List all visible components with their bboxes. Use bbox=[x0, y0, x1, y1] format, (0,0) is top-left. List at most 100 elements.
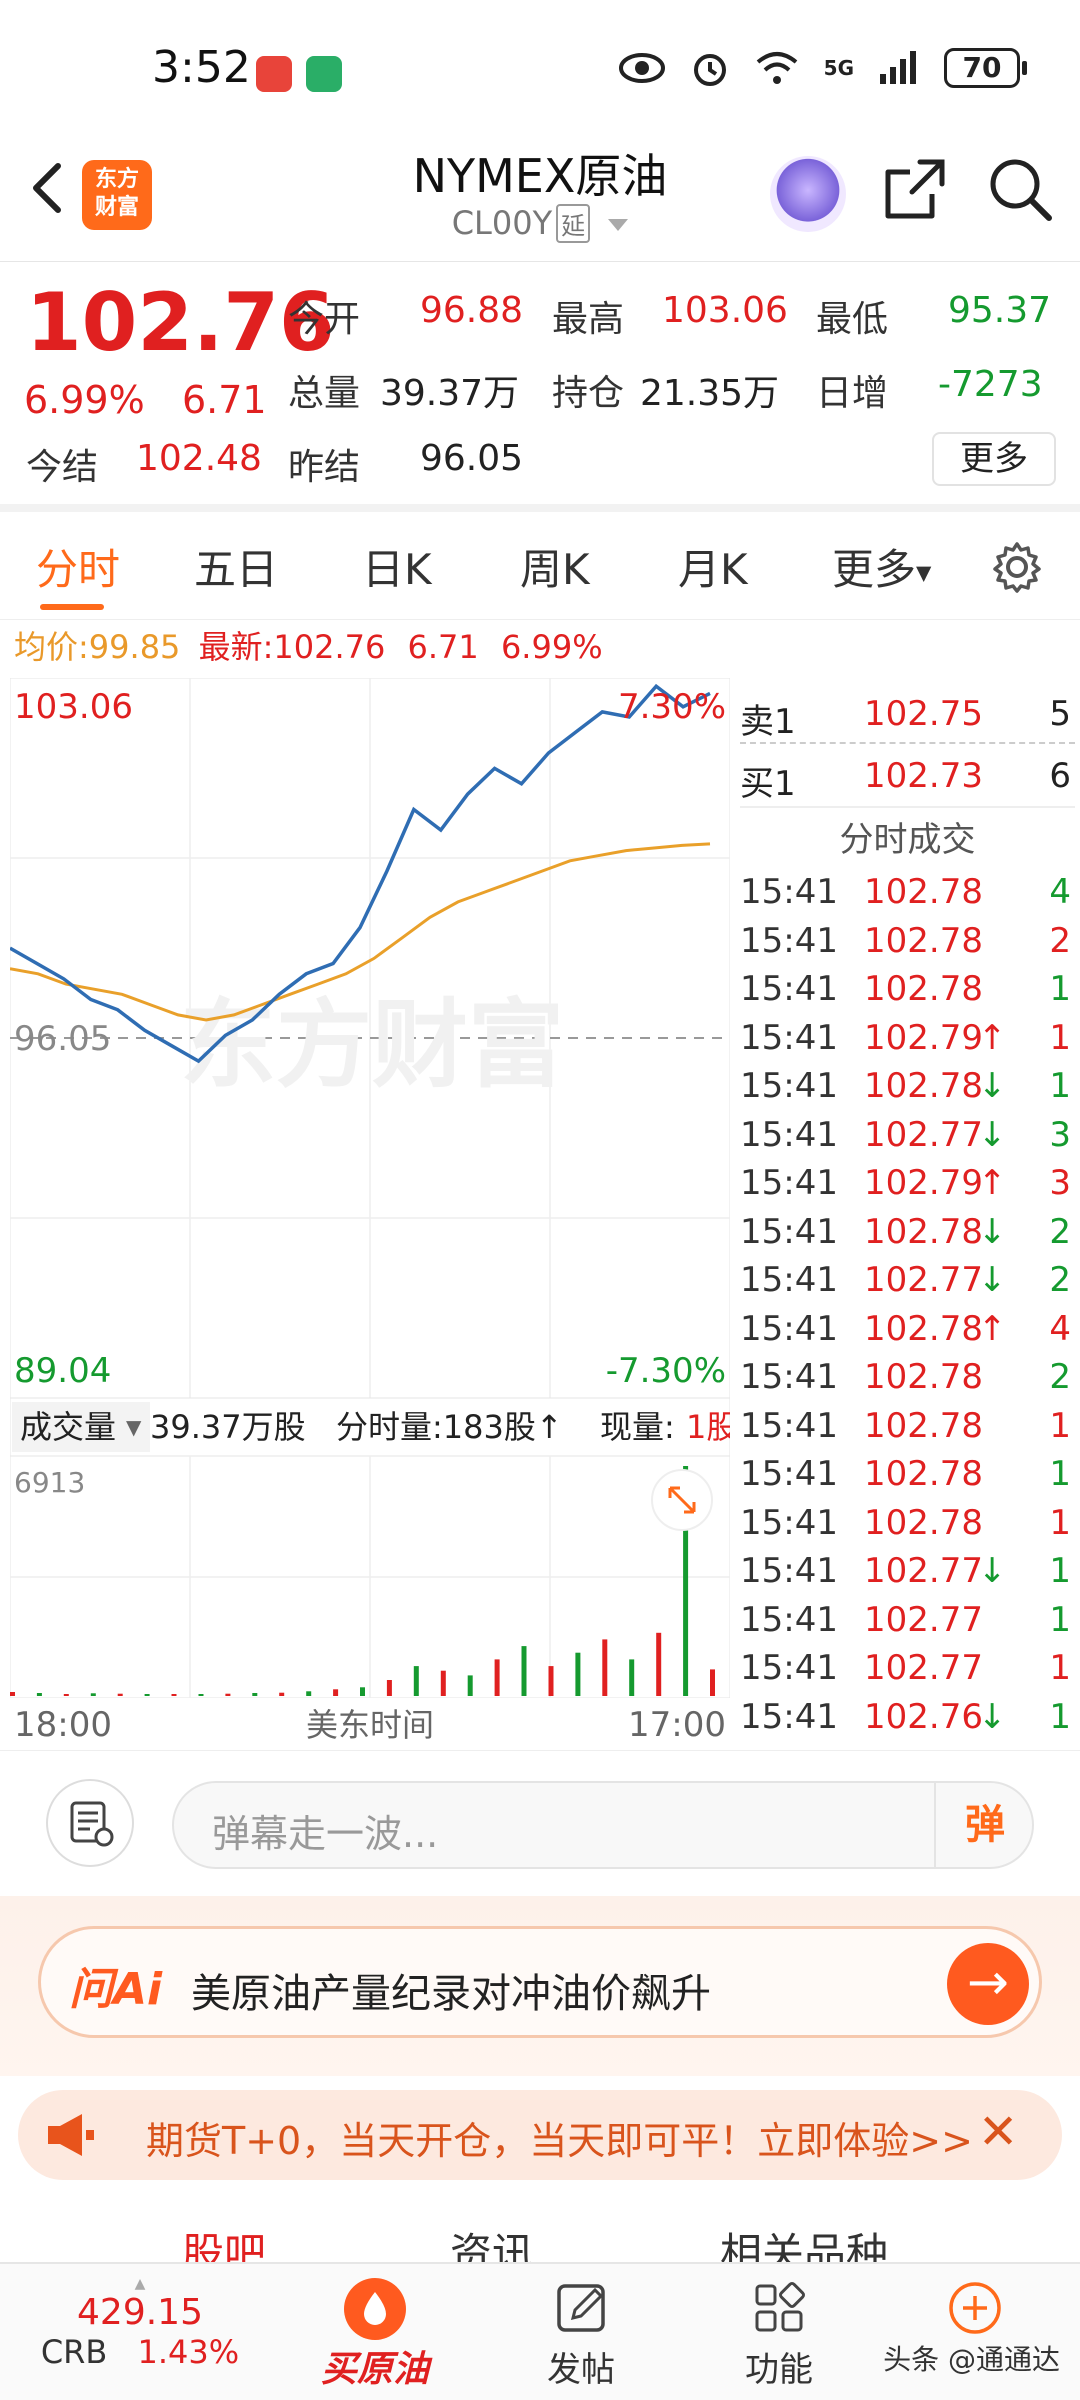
tick-row: 15:41 102.78 1 bbox=[740, 965, 1075, 1014]
volume-bar bbox=[63, 1694, 69, 1696]
sub-tab-forum[interactable]: 股吧 bbox=[182, 2220, 266, 2266]
arrow-right-icon[interactable]: → bbox=[947, 1943, 1029, 2025]
danmu-toggle-icon[interactable] bbox=[46, 1779, 134, 1867]
network-label: 5G bbox=[823, 56, 854, 80]
avg-price: 99.85 bbox=[88, 628, 181, 666]
buy-oil-button[interactable]: 买原油 bbox=[300, 2278, 450, 2392]
settle-value: 102.48 bbox=[136, 438, 262, 479]
tick-qty: 2 bbox=[1049, 1260, 1071, 1300]
volume-max-label: 6913 bbox=[14, 1466, 85, 1499]
danmu-send-button[interactable]: 弹 bbox=[934, 1783, 1034, 1867]
tick-arrow-icon: ↑ bbox=[978, 1017, 1007, 1058]
tab-weekly-k[interactable]: 周K bbox=[520, 536, 590, 597]
megaphone-icon bbox=[48, 2114, 94, 2156]
tick-qty: 4 bbox=[1049, 1308, 1071, 1349]
oi-label: 持仓 bbox=[552, 373, 625, 414]
status-time: 3:52 bbox=[152, 42, 251, 93]
expand-icon[interactable] bbox=[651, 1469, 713, 1531]
tick-row: 15:41 102.79 ↑ 1 bbox=[740, 1014, 1075, 1063]
volume-value: 39.37万 bbox=[380, 373, 520, 414]
add-watchlist-button[interactable] bbox=[900, 2278, 1050, 2342]
tab-monthly-k[interactable]: 月K bbox=[678, 536, 748, 597]
order-book-divider bbox=[740, 742, 1075, 744]
low-label: 最低 bbox=[816, 299, 889, 340]
tab-daily-k[interactable]: 日K bbox=[362, 536, 432, 597]
intraday-chart[interactable]: 东方财富 103.06 7.30% 96.05 89.04 -7.30% 成交量… bbox=[10, 678, 730, 1748]
volume-label: 总量 bbox=[288, 373, 361, 414]
ai-question-card[interactable]: 问Ai 美原油产量纪录对冲油价飙升 → bbox=[38, 1926, 1042, 2038]
ai-robot-icon[interactable] bbox=[770, 156, 846, 232]
alarm-icon bbox=[693, 54, 726, 86]
volume-bar bbox=[144, 1694, 150, 1696]
quote-panel: 102.76 6.99% 6.71 今结 102.48 今开 96.88 最高 … bbox=[0, 262, 1080, 512]
tick-price: 102.77 bbox=[864, 1648, 983, 1688]
share-icon[interactable] bbox=[880, 154, 950, 224]
tick-time: 15:41 bbox=[740, 872, 838, 912]
volume-bar bbox=[360, 1687, 365, 1696]
tick-price: 102.76 bbox=[864, 1696, 983, 1737]
sub-tab-news[interactable]: 资讯 bbox=[450, 2220, 534, 2266]
promo-banner[interactable]: 期货T+0，当天开仓，当天即可平！立即体验>> ✕ bbox=[18, 2090, 1062, 2180]
tick-qty: 1 bbox=[1049, 1066, 1071, 1106]
time-zone-label: 美东时间 bbox=[306, 1706, 434, 1744]
tick-price: 102.77 bbox=[864, 1114, 983, 1155]
volume-bar bbox=[36, 1693, 42, 1696]
volume-bar bbox=[225, 1693, 231, 1696]
volume-bar bbox=[10, 1692, 15, 1696]
tick-qty: 1 bbox=[1049, 1648, 1071, 1688]
change-value: 6.71 bbox=[182, 378, 267, 422]
search-icon[interactable] bbox=[985, 154, 1055, 224]
tick-row: 15:41 102.77 ↓ 2 bbox=[740, 1256, 1075, 1305]
more-button[interactable]: 更多 bbox=[932, 432, 1056, 486]
tab-intraday[interactable]: 分时 bbox=[36, 536, 120, 597]
volume-bar bbox=[252, 1693, 258, 1696]
volume-label: 成交量 bbox=[20, 1408, 116, 1446]
open-value: 96.88 bbox=[420, 290, 524, 331]
functions-button[interactable]: 功能 bbox=[704, 2278, 854, 2391]
tick-time: 15:41 bbox=[740, 1114, 838, 1155]
low-value: 95.37 bbox=[948, 290, 1052, 331]
wechat-icon bbox=[306, 56, 342, 92]
tick-time: 15:41 bbox=[740, 1599, 838, 1640]
tick-time: 15:41 bbox=[740, 1696, 838, 1737]
close-icon[interactable]: ✕ bbox=[978, 2104, 1018, 2160]
tick-qty: 4 bbox=[1049, 872, 1071, 912]
tick-arrow-icon: ↓ bbox=[978, 1114, 1007, 1155]
tick-time: 15:41 bbox=[740, 1454, 838, 1494]
settings-gear-icon[interactable] bbox=[990, 540, 1044, 594]
crb-index[interactable]: ▲ 429.15 CRB 1.43% bbox=[20, 2276, 260, 2371]
tick-qty: 2 bbox=[1049, 1357, 1071, 1397]
promo-text: 期货T+0，当天开仓，当天即可平！立即体验>> bbox=[146, 2119, 973, 2163]
tick-price: 102.78 bbox=[864, 1405, 983, 1446]
danmu-input[interactable]: 弹幕走一波... 弹 bbox=[172, 1781, 1034, 1869]
source-watermark: 头条 @通通达 bbox=[883, 2343, 1060, 2376]
tick-row: 15:41 102.78 ↑ 4 bbox=[740, 1305, 1075, 1354]
ai-question-text: 美原油产量纪录对冲油价飙升 bbox=[191, 1971, 711, 2017]
tab-more[interactable]: 更多▼ bbox=[832, 536, 931, 597]
tab-five-day[interactable]: 五日 bbox=[194, 536, 278, 597]
tick-row: 15:41 102.77 ↓ 1 bbox=[740, 1547, 1075, 1596]
current-volume-value: 1股 bbox=[686, 1408, 730, 1446]
tick-qty: 1 bbox=[1049, 1502, 1071, 1543]
page-title: NYMEX原油 bbox=[412, 149, 668, 203]
volume-bar bbox=[440, 1670, 446, 1696]
page-subtitle[interactable]: CL00Y 延 bbox=[300, 204, 780, 243]
tick-price: 102.78 bbox=[864, 1502, 983, 1543]
tick-arrow-icon: ↑ bbox=[978, 1308, 1007, 1349]
tick-row: 15:41 102.78 ↓ 1 bbox=[740, 1062, 1075, 1111]
chart-bottom-pct: -7.30% bbox=[606, 1351, 726, 1391]
delayed-tag: 延 bbox=[556, 204, 591, 243]
settle-label: 今结 bbox=[26, 447, 99, 488]
tick-qty: 2 bbox=[1049, 920, 1071, 961]
status-bar: 3:52 5G 70 bbox=[0, 0, 1080, 130]
back-icon[interactable] bbox=[20, 158, 80, 218]
tick-price: 102.78 bbox=[864, 1308, 983, 1349]
sub-tab-related[interactable]: 相关品种 bbox=[720, 2220, 888, 2266]
tick-row: 15:41 102.76 ↓ 1 bbox=[740, 1693, 1075, 1742]
tick-price: 102.78 bbox=[864, 1066, 983, 1106]
volume-total: 39.37万股 bbox=[150, 1408, 306, 1446]
eye-icon bbox=[618, 53, 665, 83]
tick-row: 15:41 102.78 1 bbox=[740, 1450, 1075, 1499]
tick-price: 102.78 bbox=[864, 969, 983, 1009]
post-button[interactable]: 发帖 bbox=[506, 2278, 656, 2391]
